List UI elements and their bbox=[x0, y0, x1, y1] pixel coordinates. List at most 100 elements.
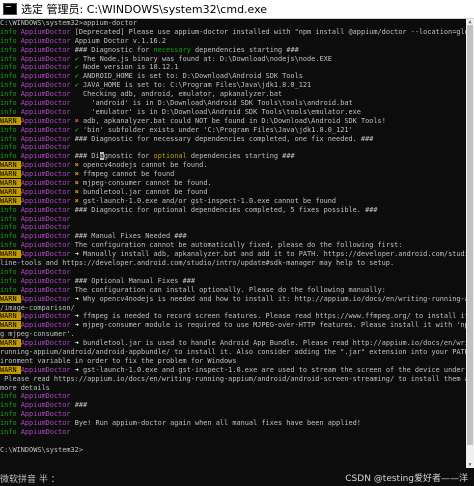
console-segment: info bbox=[0, 267, 21, 276]
console-line: info AppiumDoctor bbox=[0, 392, 466, 401]
console-line: info AppiumDoctor Checking adb, android,… bbox=[0, 90, 466, 99]
console-segment: info bbox=[0, 392, 21, 401]
console-line: info AppiumDoctor ✔ ANDROID_HOME is set … bbox=[0, 72, 466, 81]
console-segment: AppiumDoctor bbox=[20, 143, 71, 152]
console-line: info AppiumDoctor 'emulator' is in D:\Do… bbox=[0, 108, 466, 117]
console-segment: AppiumDoctor bbox=[20, 427, 71, 436]
console-segment: info bbox=[0, 410, 21, 419]
console-line: WARN AppiumDoctor ✖ gst-launch-1.0.exe a… bbox=[0, 196, 466, 206]
console-segment: info bbox=[0, 72, 21, 81]
console-segment: The configuration cannot be automaticall… bbox=[70, 241, 403, 250]
console-segment: AppiumDoctor bbox=[20, 312, 71, 321]
console-segment: info bbox=[0, 125, 21, 134]
console-segment: WARN bbox=[0, 196, 21, 205]
console-segment: AppiumDoctor bbox=[20, 339, 71, 348]
console-segment: info bbox=[0, 45, 21, 54]
console-line: info AppiumDoctor ### Optional Manual Fi… bbox=[0, 277, 466, 286]
ime-indicator: 微软拼音 半 ： bbox=[0, 475, 60, 485]
console-segment: AppiumDoctor bbox=[20, 107, 71, 116]
console-line: WARN AppiumDoctor ➜ Why opencv4nodejs is… bbox=[0, 294, 466, 304]
console-segment: dependencies starting ### bbox=[190, 45, 299, 54]
console-segment: AppiumDoctor bbox=[20, 179, 71, 188]
console-line: info AppiumDoctor ### Diagnostic for nec… bbox=[0, 135, 466, 144]
console-segment: running-appium/android/android-appbundle… bbox=[0, 347, 466, 356]
console-segment: AppiumDoctor bbox=[20, 72, 71, 81]
console-segment: AppiumDoctor bbox=[20, 170, 71, 179]
console-line: Please read https://appium.io/docs/en/wr… bbox=[0, 375, 466, 384]
console-segment: ffmpeg is needed to record screen featur… bbox=[78, 312, 466, 321]
console-line: info AppiumDoctor ✔ The Node.js binary w… bbox=[0, 55, 466, 64]
console-line: ironment variable in order to fix the pr… bbox=[0, 357, 466, 366]
console-segment: ### Diagnostic for necessary dependencie… bbox=[70, 134, 374, 143]
console-segment: info bbox=[0, 27, 21, 36]
scroll-down-icon[interactable]: ▼ bbox=[466, 462, 474, 468]
console-line: info AppiumDoctor ### Diagnostic for opt… bbox=[0, 206, 466, 215]
scrollbar-thumb[interactable] bbox=[467, 25, 473, 445]
console-segment: ironment variable in order to fix the pr… bbox=[0, 356, 237, 365]
console-segment: AppiumDoctor bbox=[20, 90, 71, 99]
console-line: info AppiumDoctor Bye! Run appium-doctor… bbox=[0, 419, 466, 428]
console-segment: bundletool.jar cannot be found bbox=[78, 187, 208, 196]
console-segment: AppiumDoctor bbox=[20, 321, 71, 330]
console-line: info AppiumDoctor [Deprecated] Please us… bbox=[0, 28, 466, 37]
console-line: WARN AppiumDoctor ➜ bundletool.jar is us… bbox=[0, 339, 466, 348]
console-segment: AppiumDoctor bbox=[20, 214, 71, 223]
console-segment: ffmpeg cannot be found bbox=[78, 170, 175, 179]
console-line: info AppiumDoctor Appium Doctor v.1.16.2 bbox=[0, 37, 466, 46]
console-segment: Manually install adb, apkanalyzer.bat an… bbox=[78, 250, 466, 259]
console-segment: AppiumDoctor bbox=[20, 276, 71, 285]
console-segment: AppiumDoctor bbox=[20, 294, 71, 303]
console-segment: 'emulator' is in D:\Download\Android SDK… bbox=[70, 107, 361, 116]
console-output[interactable]: C:\WINDOWS\system32>appium-doctor info Ap… bbox=[0, 19, 466, 468]
console-segment: info bbox=[0, 232, 21, 241]
console-segment: info bbox=[0, 134, 21, 143]
console-segment: info bbox=[0, 419, 21, 428]
console-segment: WARN bbox=[0, 161, 21, 170]
console-segment: AppiumDoctor bbox=[20, 267, 71, 276]
console-segment: AppiumDoctor bbox=[20, 161, 71, 170]
console-segment: gst-launch-1.0.exe and gst-inspect-1.0.e… bbox=[78, 365, 466, 374]
console-line: info AppiumDoctor bbox=[0, 268, 466, 277]
console-segment: Why opencv4nodejs is needed and how to i… bbox=[78, 294, 466, 303]
console-segment: WARN bbox=[0, 170, 21, 179]
watermark: CSDN @testing爱好者——洋 bbox=[345, 474, 468, 484]
console-segment: info bbox=[0, 81, 21, 90]
console-segment: The configuration can install optionally… bbox=[70, 285, 386, 294]
console-line: line-tools and https://developer.android… bbox=[0, 259, 466, 268]
console-segment: info bbox=[0, 90, 21, 99]
console-segment: C:\WINDOWS\system32>appium-doctor bbox=[0, 19, 137, 27]
console-line: info AppiumDoctor The configuration can … bbox=[0, 286, 466, 295]
console-line: info AppiumDoctor ✔ Node version is 18.1… bbox=[0, 63, 466, 72]
console-segment: WARN bbox=[0, 312, 21, 321]
console-line: WARN AppiumDoctor ➜ gst-launch-1.0.exe a… bbox=[0, 365, 466, 375]
console-segment: info bbox=[0, 36, 21, 45]
console-segment: WARN bbox=[0, 116, 21, 125]
console-segment: AppiumDoctor bbox=[20, 410, 71, 419]
console-segment: AppiumDoctor bbox=[20, 401, 71, 410]
console-line: info AppiumDoctor bbox=[0, 223, 466, 232]
console-line: info AppiumDoctor bbox=[0, 428, 466, 437]
vertical-scrollbar[interactable]: ▲ ▼ bbox=[466, 19, 474, 468]
console-line: info AppiumDoctor ✔ JAVA_HOME is set to:… bbox=[0, 81, 466, 90]
console-segment: The Node.js binary was found at: D:\Down… bbox=[78, 54, 332, 63]
console-line: WARN AppiumDoctor ✖ opencv4nodejs cannot… bbox=[0, 161, 466, 170]
console-line: more details bbox=[0, 384, 466, 393]
console-segment: AppiumDoctor bbox=[20, 63, 71, 72]
console-segment: line-tools and https://developer.android… bbox=[0, 259, 395, 268]
console-line: WARN AppiumDoctor ✖ ffmpeg cannot be fou… bbox=[0, 170, 466, 179]
console-segment: WARN bbox=[0, 365, 21, 374]
console-segment: AppiumDoctor bbox=[20, 134, 71, 143]
console-segment: Appium Doctor v.1.16.2 bbox=[70, 36, 166, 45]
console-line: WARN AppiumDoctor ➜ Manually install adb… bbox=[0, 250, 466, 259]
console-line: info AppiumDoctor ### Diagnostic for nec… bbox=[0, 46, 466, 55]
console-line: /image-comparison/ bbox=[0, 304, 466, 313]
console-segment: info bbox=[0, 63, 21, 72]
console-line: info AppiumDoctor ✔ 'bin' subfolder exis… bbox=[0, 126, 466, 135]
console-segment: AppiumDoctor bbox=[20, 223, 71, 232]
console-segment: AppiumDoctor bbox=[20, 187, 71, 196]
console-segment: AppiumDoctor bbox=[20, 392, 71, 401]
console-segment: ### Di bbox=[70, 152, 100, 161]
title-bar[interactable]: 选定 管理员: C:\WINDOWS\system32\cmd.exe bbox=[0, 0, 474, 19]
console-line: WARN AppiumDoctor ✖ adb, apkanalyzer.bat… bbox=[0, 116, 466, 126]
